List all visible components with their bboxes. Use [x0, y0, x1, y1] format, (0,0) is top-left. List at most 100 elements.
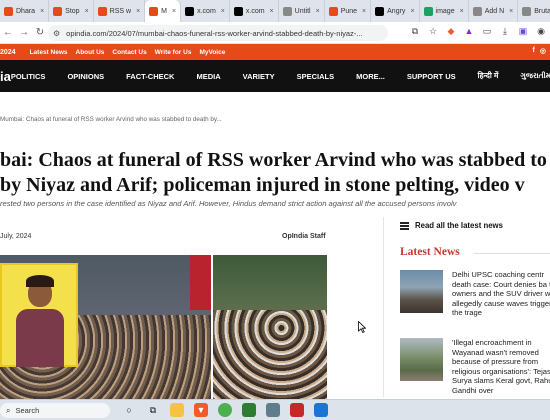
site-logo[interactable]: ia: [0, 69, 11, 84]
tab-close-icon[interactable]: ×: [316, 8, 320, 15]
wallet-icon[interactable]: ▣: [517, 25, 529, 37]
browser-tab[interactable]: Add N ×: [469, 0, 519, 22]
article-author[interactable]: OpIndia Staff: [282, 233, 326, 240]
latest-news-heading: Latest News: [400, 246, 460, 258]
headline-line-1: bai: Chaos at funeral of RSS worker Arvi…: [0, 149, 547, 171]
tab-favicon-icon: [522, 6, 532, 16]
brave-browser-icon[interactable]: ▼: [194, 403, 208, 417]
victim-portrait-inset: [0, 263, 78, 367]
tab-close-icon[interactable]: ×: [40, 8, 44, 15]
article-image: [0, 255, 327, 400]
main-menu-item[interactable]: FACT-CHECK: [126, 72, 174, 81]
news-title[interactable]: Delhi UPSC coaching centr death case: Co…: [452, 270, 550, 318]
tab-close-icon[interactable]: ×: [172, 8, 176, 15]
tab-label: Dhara: [16, 7, 36, 15]
tab-close-icon[interactable]: ×: [136, 8, 140, 15]
main-menu-item[interactable]: MEDIA: [196, 72, 220, 81]
extensions-icon[interactable]: ▭: [481, 25, 493, 37]
red-banner: [190, 255, 211, 310]
browser-toolbar: ← → ↻ ⚙ opindia.com/2024/07/mumbai-chaos…: [0, 22, 550, 44]
bookmark-icon[interactable]: ☆: [427, 25, 439, 37]
news-thumbnail[interactable]: [400, 338, 443, 381]
main-menu-item[interactable]: ગુજરાતીમાં: [520, 71, 550, 81]
facebook-icon[interactable]: f: [533, 47, 535, 55]
topbar-link[interactable]: Contact Us: [112, 49, 146, 56]
browser-tab[interactable]: M ×: [145, 0, 182, 22]
tab-favicon-icon: [282, 6, 292, 16]
topbar-year: 2024: [0, 48, 16, 56]
news-title[interactable]: 'Illegal encroachment in Wayanad wasn't …: [452, 338, 550, 396]
browser-tab[interactable]: Dhara ×: [0, 0, 50, 22]
browser-tab[interactable]: Pune ×: [325, 0, 372, 22]
tab-close-icon[interactable]: ×: [85, 8, 89, 15]
news-thumbnail[interactable]: [400, 270, 443, 313]
brave-shield-icon[interactable]: ◆: [445, 25, 457, 37]
article-subtitle: rested two persons in the case identifie…: [0, 199, 457, 208]
crowd-photo-right: [213, 255, 327, 400]
topbar-link[interactable]: About Us: [76, 49, 105, 56]
tab-favicon-icon: [4, 6, 13, 16]
main-menu-item[interactable]: SUPPORT US: [407, 72, 456, 81]
chrome-icon[interactable]: [218, 403, 232, 417]
tab-label: x.com: [245, 7, 265, 15]
main-menu-item[interactable]: हिन्दी में: [478, 71, 499, 81]
read-all-news-link[interactable]: Read all the latest news: [400, 221, 503, 230]
tab-label: Pune: [340, 7, 358, 15]
main-menu-item[interactable]: OPINIONS: [67, 72, 104, 81]
tab-close-icon[interactable]: ×: [460, 8, 464, 15]
news-item[interactable]: Delhi UPSC coaching centr death case: Co…: [400, 270, 550, 330]
tab-close-icon[interactable]: ×: [362, 8, 366, 15]
main-menu-item[interactable]: SPECIALS: [297, 72, 335, 81]
browser-tab[interactable]: RSS w ×: [94, 0, 146, 22]
profile-icon[interactable]: ◉: [535, 25, 547, 37]
browser-tab[interactable]: Untitl ×: [279, 0, 325, 22]
topbar-link[interactable]: Latest News: [30, 49, 68, 56]
browser-tab[interactable]: Stop ×: [49, 0, 94, 22]
site-info-icon[interactable]: ⚙: [53, 29, 60, 38]
forward-icon[interactable]: →: [16, 27, 32, 38]
main-menu-item[interactable]: POLITICS: [11, 72, 46, 81]
address-bar[interactable]: ⚙ opindia.com/2024/07/mumbai-chaos-funer…: [48, 25, 388, 41]
tab-close-icon[interactable]: ×: [509, 8, 513, 15]
browser-tab[interactable]: x.com ×: [181, 0, 230, 22]
tab-label: M: [161, 7, 168, 15]
main-menu-item[interactable]: MORE...: [356, 72, 385, 81]
browser-tab[interactable]: x.com ×: [230, 0, 279, 22]
app-icon-red[interactable]: [290, 403, 304, 417]
app-icon-blue[interactable]: [314, 403, 328, 417]
social-links: f ◎: [533, 47, 546, 55]
topbar-link[interactable]: Write for Us: [155, 49, 192, 56]
task-view-icon[interactable]: ⧉: [146, 403, 160, 417]
app-icon-green[interactable]: [242, 403, 256, 417]
tab-label: Add N: [484, 7, 505, 15]
instagram-icon[interactable]: ◎: [540, 47, 546, 55]
app-icon-gray[interactable]: [266, 403, 280, 417]
tab-favicon-icon: [233, 6, 243, 16]
mouse-cursor-icon: [358, 321, 366, 333]
tab-close-icon[interactable]: ×: [270, 8, 274, 15]
file-explorer-icon[interactable]: [170, 403, 184, 417]
taskbar-search[interactable]: ⌕ Search: [0, 403, 110, 418]
taskbar-apps: ○ ⧉ ▼: [122, 403, 328, 417]
browser-tab-strip: Dhara × Stop × RSS w × M × x.com × x.com × Untitl × Pu…: [0, 0, 550, 22]
toolbar-actions: ⧉ ☆ ◆ ▲ ▭ ⤓ ▣ ◉: [409, 25, 550, 37]
crowd-photo-left: [0, 255, 211, 400]
browser-tab[interactable]: Brutal×: [518, 0, 550, 22]
downloads-icon[interactable]: ⤓: [499, 25, 511, 37]
cortana-icon[interactable]: ○: [122, 403, 136, 417]
reload-icon[interactable]: ↻: [32, 27, 48, 38]
news-item[interactable]: 'Illegal encroachment in Wayanad wasn't …: [400, 338, 550, 398]
back-icon[interactable]: ←: [0, 27, 16, 38]
topbar-link[interactable]: MyVoice: [199, 49, 225, 56]
rewards-icon[interactable]: ▲: [463, 25, 475, 37]
site-main-menu: ia POLITICS OPINIONS FACT-CHECK MEDIA VARIET…: [0, 60, 550, 92]
read-all-label: Read all the latest news: [415, 221, 503, 230]
breadcrumb[interactable]: Mumbai: Chaos at funeral of RSS worker A…: [0, 116, 222, 123]
browser-tab[interactable]: Angry ×: [371, 0, 420, 22]
main-menu-item[interactable]: VARIETY: [243, 72, 275, 81]
tab-close-icon[interactable]: ×: [221, 8, 225, 15]
tab-close-icon[interactable]: ×: [410, 8, 414, 15]
share-page-icon[interactable]: ⧉: [409, 25, 421, 37]
browser-tab[interactable]: image ×: [420, 0, 469, 22]
menu-bars-icon: [400, 221, 409, 230]
